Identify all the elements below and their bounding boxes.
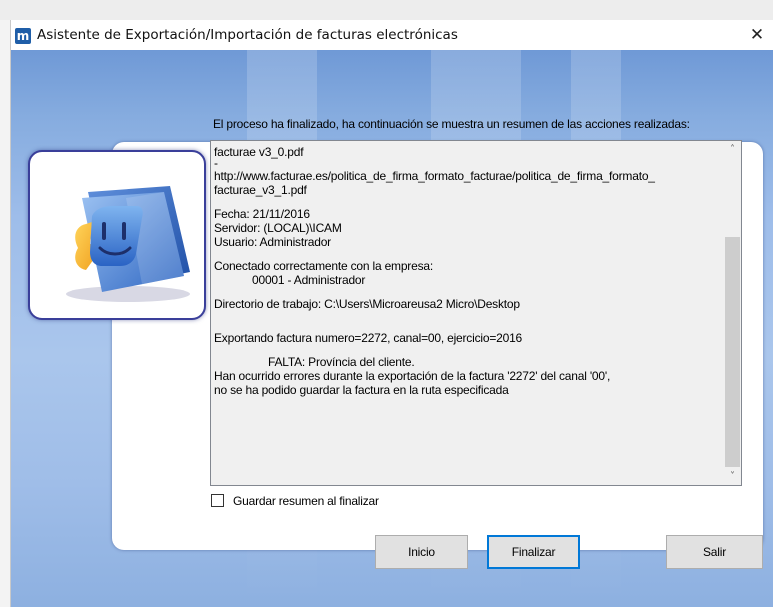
summary-line bbox=[214, 249, 722, 259]
close-button[interactable]: ✕ bbox=[740, 20, 773, 50]
salir-button[interactable]: Salir bbox=[666, 535, 763, 569]
scrollbar-thumb[interactable] bbox=[725, 237, 740, 467]
summary-line bbox=[214, 311, 722, 321]
summary-line: FALTA: Província del cliente. bbox=[268, 355, 415, 369]
save-summary-checkbox[interactable] bbox=[211, 494, 224, 507]
finder-folder-icon bbox=[66, 186, 190, 302]
summary-line bbox=[214, 287, 722, 297]
screen: m Asistente de Exportación/Importación d… bbox=[0, 0, 773, 607]
summary-text: facturae v3_0.pdf - http://www.facturae.… bbox=[214, 145, 722, 397]
inicio-button[interactable]: Inicio bbox=[375, 535, 468, 569]
summary-line: Han ocurrido errores durante la exportac… bbox=[214, 369, 611, 383]
summary-line: Fecha: 21/11/2016 bbox=[214, 207, 310, 221]
chevron-up-icon[interactable]: ˄ bbox=[724, 141, 741, 158]
summary-line bbox=[214, 345, 722, 355]
vertical-scrollbar[interactable]: ˄ ˅ bbox=[724, 141, 741, 485]
summary-textbox[interactable]: facturae v3_0.pdf - http://www.facturae.… bbox=[210, 140, 742, 486]
save-summary-label[interactable]: Guardar resumen al finalizar bbox=[233, 494, 379, 508]
summary-line: Servidor: (LOCAL)\ICAM bbox=[214, 221, 342, 235]
summary-line: Usuario: Administrador bbox=[214, 235, 331, 249]
summary-heading: El proceso ha finalizado, ha continuació… bbox=[213, 117, 690, 131]
finalizar-button[interactable]: Finalizar bbox=[487, 535, 580, 569]
summary-line: facturae v3_0.pdf bbox=[214, 145, 304, 159]
summary-line: - bbox=[214, 159, 218, 169]
summary-line: Conectado correctamente con la empresa: bbox=[214, 259, 433, 273]
summary-line bbox=[214, 197, 722, 207]
chevron-down-icon[interactable]: ˅ bbox=[724, 468, 741, 485]
window-title: Asistente de Exportación/Importación de … bbox=[37, 27, 458, 43]
title-bar[interactable]: m Asistente de Exportación/Importación d… bbox=[11, 20, 773, 50]
summary-line: Directorio de trabajo: C:\Users\Microare… bbox=[214, 297, 520, 311]
summary-line bbox=[214, 321, 722, 331]
app-icon: m bbox=[15, 28, 31, 44]
summary-line: http://www.facturae.es/politica_de_firma… bbox=[214, 169, 655, 183]
summary-line: facturae_v3_1.pdf bbox=[214, 183, 307, 197]
summary-line: no se ha podido guardar la factura en la… bbox=[214, 383, 509, 397]
summary-line: 00001 - Administrador bbox=[252, 273, 366, 287]
wizard-logo bbox=[28, 150, 206, 320]
background-strip bbox=[0, 0, 773, 20]
summary-line: Exportando factura numero=2272, canal=00… bbox=[214, 331, 523, 345]
